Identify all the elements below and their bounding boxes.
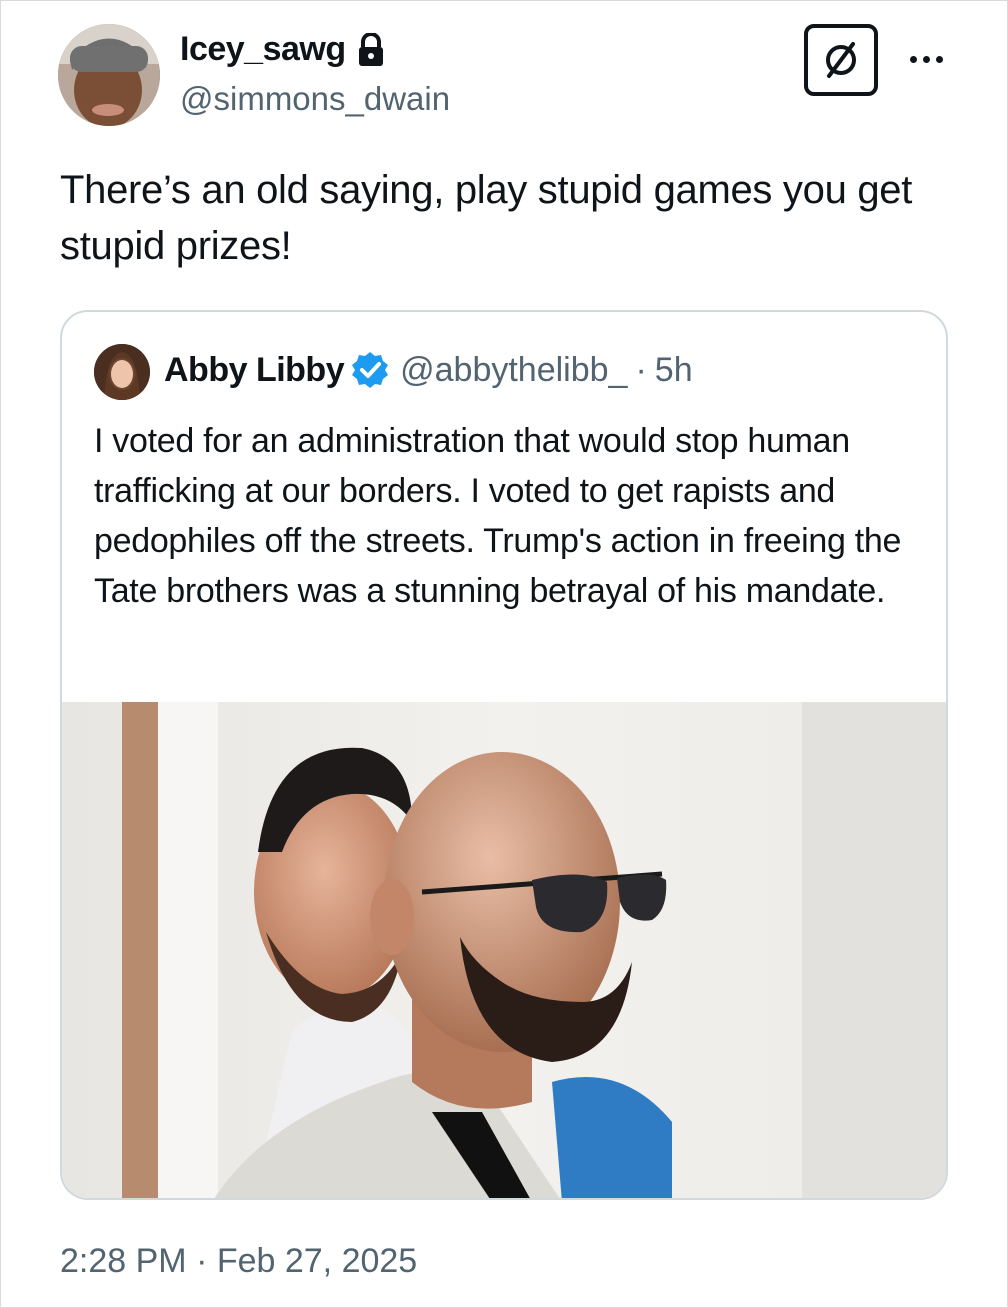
tweet-text: There’s an old saying, play stupid games…	[60, 168, 913, 268]
quote-header: Abby Libby @abbythelibb_ · 5h	[164, 350, 693, 390]
author-display-name[interactable]: Icey_sawg	[180, 30, 386, 69]
author-handle[interactable]: @simmons_dwain	[180, 80, 450, 118]
quote-author-handle[interactable]: @abbythelibb_	[400, 351, 627, 390]
more-dot	[922, 55, 930, 63]
quote-time[interactable]: 5h	[655, 351, 693, 390]
author-avatar[interactable]	[58, 24, 160, 126]
grok-button[interactable]	[804, 24, 878, 96]
quote-text: I voted for an administration that would…	[94, 422, 902, 610]
more-dot	[935, 55, 943, 63]
quote-author-avatar[interactable]	[94, 344, 150, 400]
quote-author-name[interactable]: Abby Libby	[164, 351, 345, 390]
quote-separator: ·	[635, 350, 647, 389]
verified-badge-icon	[350, 350, 390, 390]
photo-illustration	[62, 702, 946, 1198]
more-options-button[interactable]	[902, 44, 950, 74]
quote-avatar-image	[94, 344, 150, 400]
avatar-image	[58, 24, 160, 126]
tweet-timestamp[interactable]: 2:28 PM · Feb 27, 2025	[60, 1242, 417, 1281]
lock-icon	[356, 31, 386, 67]
grok-icon	[826, 42, 856, 78]
quote-photo[interactable]	[62, 702, 946, 1198]
quoted-tweet-card[interactable]: Abby Libby @abbythelibb_ · 5h I voted fo…	[60, 310, 948, 1200]
more-horizontal-icon	[909, 55, 917, 63]
author-name-text: Icey_sawg	[180, 30, 346, 68]
